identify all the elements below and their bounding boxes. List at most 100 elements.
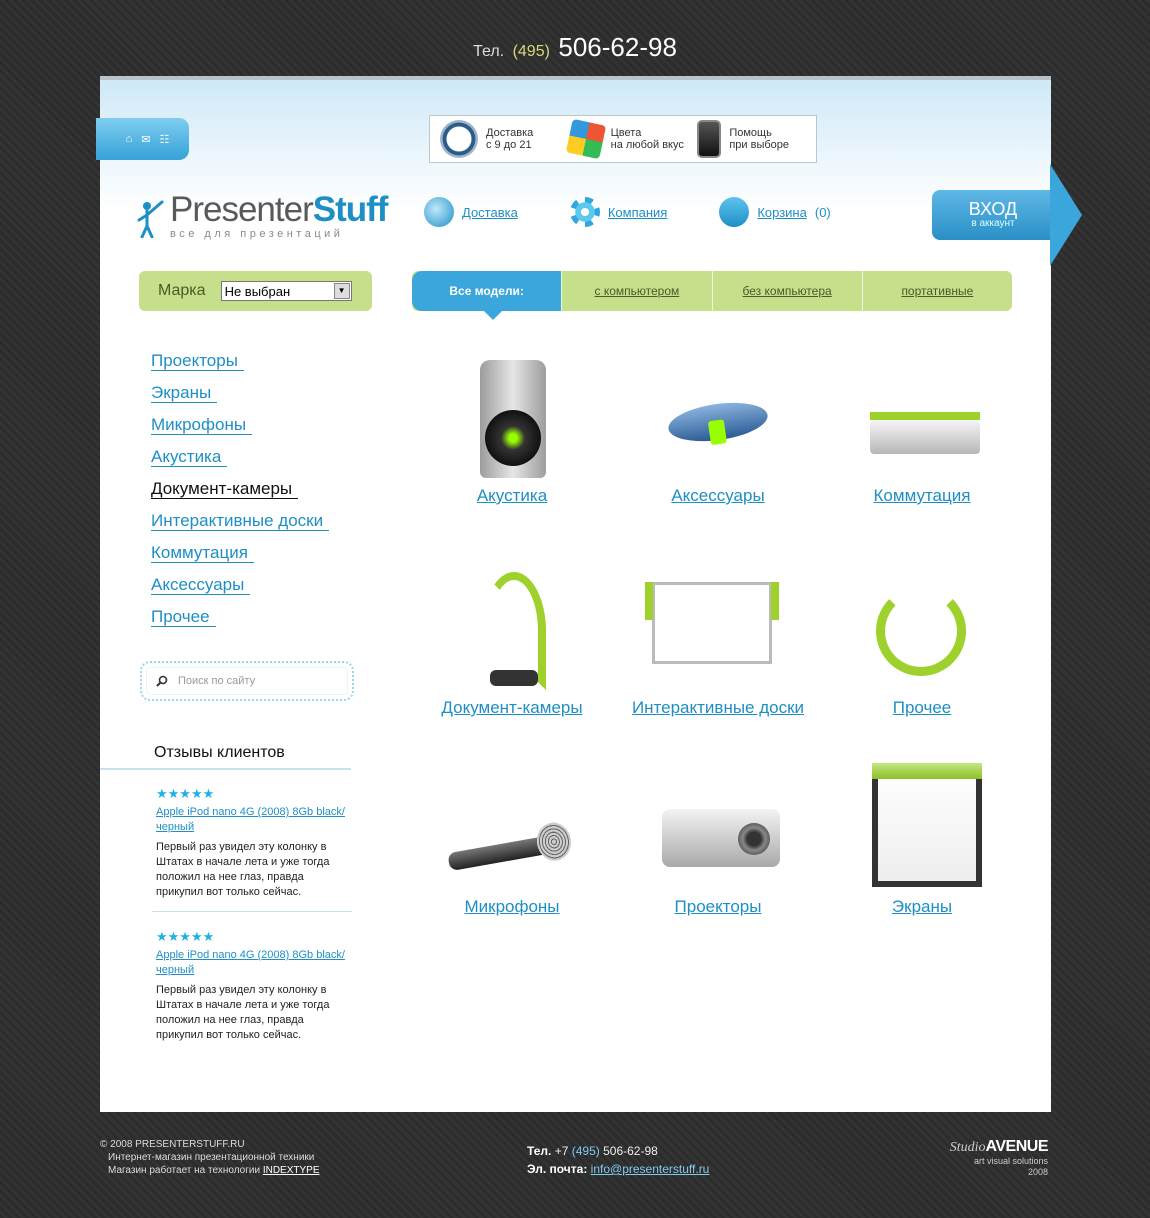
promo-help[interactable]: Помощь при выборе [687, 120, 816, 158]
brand-select[interactable]: Не выбран ▼ [220, 281, 352, 301]
site-logo[interactable]: PresenterStuff все для презентаций [136, 190, 388, 240]
reviews-divider [100, 768, 351, 770]
product-card[interactable]: Документ-камеры [412, 572, 612, 718]
footer-copyright: © 2008 PRESENTERSTUFF.RU [100, 1139, 245, 1150]
category-item: Микрофоны [151, 409, 329, 441]
product-name[interactable]: Документ-камеры [412, 698, 612, 718]
footer-email-link[interactable]: info@presenterstuff.ru [591, 1162, 710, 1176]
product-name[interactable]: Аксессуары [618, 486, 818, 506]
product-card[interactable]: Экраны [822, 763, 1022, 917]
product-card[interactable]: Интерактивные доски [618, 572, 818, 718]
search-icon [156, 675, 168, 687]
product-name[interactable]: Коммутация [822, 486, 1022, 506]
footer-phone: Тел. +7 (495) 506-62-98 [527, 1142, 709, 1160]
review-product-link[interactable]: Apple iPod nano 4G (2008) 8Gb black/черн… [156, 948, 346, 978]
category-screens[interactable]: Экраны [151, 383, 218, 403]
tab-portable[interactable]: портативные [861, 271, 1012, 311]
login-subtitle: в аккаунт [971, 218, 1015, 229]
category-other[interactable]: Прочее [151, 607, 216, 627]
document-camera-icon [452, 572, 572, 692]
nav-company[interactable]: Компания [569, 197, 668, 227]
category-interactive-boards[interactable]: Интерактивные доски [151, 511, 330, 531]
promo-colors[interactable]: Цвета на любой вкус [559, 118, 688, 160]
tab-with-computer[interactable]: с компьютером [561, 271, 711, 311]
category-item: Документ-камеры [151, 473, 329, 505]
brand-selected-value: Не выбран [224, 283, 291, 299]
logo-tagline: все для презентаций [170, 228, 344, 240]
reviews-title: Отзывы клиентов [154, 744, 285, 761]
category-microphones[interactable]: Микрофоны [151, 415, 253, 435]
promo-line1: Помощь [729, 127, 772, 139]
nav-cart[interactable]: Корзина (0) [719, 197, 831, 227]
category-item: Прочее [151, 601, 329, 633]
footer-phone-number: 506-62-98 [603, 1144, 658, 1158]
product-card[interactable]: Прочее [822, 572, 1022, 718]
promo-line2: на любой вкус [610, 139, 684, 151]
category-document-cameras[interactable]: Документ-камеры [151, 479, 299, 499]
category-item: Аксессуары [151, 569, 329, 601]
projector-icon [658, 771, 780, 891]
tab-all-models[interactable]: Все модели: [412, 271, 562, 320]
clock-icon [440, 120, 478, 158]
product-card[interactable]: Проекторы [618, 771, 818, 917]
product-card[interactable]: Акустика [412, 360, 612, 506]
product-name[interactable]: Проекторы [618, 897, 818, 917]
footer-email: Эл. почта: info@presenterstuff.ru [527, 1160, 709, 1178]
nav-company-label[interactable]: Компания [608, 205, 668, 220]
footer-phone-code: (495) [571, 1144, 600, 1158]
promo-line2: при выборе [729, 139, 790, 151]
category-accessories[interactable]: Аксессуары [151, 575, 251, 595]
footer-phone-prefix: +7 [554, 1144, 569, 1158]
main-page: ⌂ ✉ ☷ Доставка с 9 до 21 Цвета на любой вк… [96, 76, 1082, 1112]
review-item: ★★★★★ Apple iPod nano 4G (2008) 8Gb blac… [156, 786, 346, 900]
sitemap-icon[interactable]: ☷ [160, 133, 170, 146]
rating-stars-icon: ★★★★★ [156, 786, 215, 801]
studio-logo: StudioAVENUE [920, 1138, 1049, 1156]
product-card[interactable]: Микрофоны [412, 771, 612, 917]
login-title: ВХОД [968, 199, 1018, 219]
nav-delivery-label[interactable]: Доставка [462, 205, 518, 220]
nav-delivery[interactable]: Доставка [424, 197, 518, 227]
review-product-link[interactable]: Apple iPod nano 4G (2008) 8Gb black/черн… [156, 805, 346, 835]
search-input[interactable]: Поиск по сайту [146, 667, 348, 695]
category-projectors[interactable]: Проекторы [151, 351, 244, 371]
switch-box-icon [862, 360, 982, 480]
login-button[interactable]: ВХОД в аккаунт [932, 190, 1054, 240]
product-name[interactable]: Прочее [822, 698, 1022, 718]
flower-icon [569, 197, 600, 227]
studio-credit[interactable]: StudioAVENUE art visual solutions 2008 [920, 1138, 1049, 1178]
promo-line1: Доставка [486, 127, 534, 139]
footer-description: Интернет-магазин презентационной техники [108, 1152, 315, 1163]
rubiks-cube-icon [565, 118, 606, 160]
category-switching[interactable]: Коммутация [151, 543, 254, 563]
footer-tech-link[interactable]: INDEXTYPE [263, 1165, 320, 1176]
tab-without-computer[interactable]: без компьютера [711, 271, 862, 311]
category-item: Экраны [151, 377, 329, 409]
quick-icons: ⌂ ✉ ☷ [96, 118, 189, 160]
studio-script: Studio [949, 1140, 986, 1155]
mail-icon[interactable]: ✉ [141, 133, 150, 146]
screen-icon [862, 763, 982, 891]
category-acoustics[interactable]: Акустика [151, 447, 228, 467]
product-name[interactable]: Интерактивные доски [618, 698, 818, 718]
review-divider [152, 911, 352, 912]
product-name[interactable]: Экраны [822, 897, 1022, 917]
login-arrow-icon[interactable] [1050, 164, 1082, 266]
product-name[interactable]: Микрофоны [412, 897, 612, 917]
cable-icon [862, 572, 982, 692]
footer-info: © 2008 PRESENTERSTUFF.RU Интернет-магази… [100, 1138, 320, 1177]
whiteboard-icon [645, 572, 779, 692]
category-item: Проекторы [151, 345, 329, 377]
studio-year: 2008 [1027, 1167, 1048, 1177]
product-name[interactable]: Акустика [412, 486, 612, 506]
promo-delivery[interactable]: Доставка с 9 до 21 [430, 120, 559, 158]
phone-label: Тел. [473, 43, 505, 60]
product-card[interactable]: Аксессуары [618, 360, 818, 506]
product-card[interactable]: Коммутация [822, 360, 1022, 506]
home-icon[interactable]: ⌂ [126, 133, 133, 145]
globe-icon [424, 197, 454, 227]
nav-cart-label[interactable]: Корзина [757, 205, 807, 220]
tab-label: с компьютером [594, 284, 680, 298]
footer-phone-label: Тел. [527, 1144, 552, 1158]
promo-banner: Доставка с 9 до 21 Цвета на любой вкус Пом… [429, 115, 817, 163]
